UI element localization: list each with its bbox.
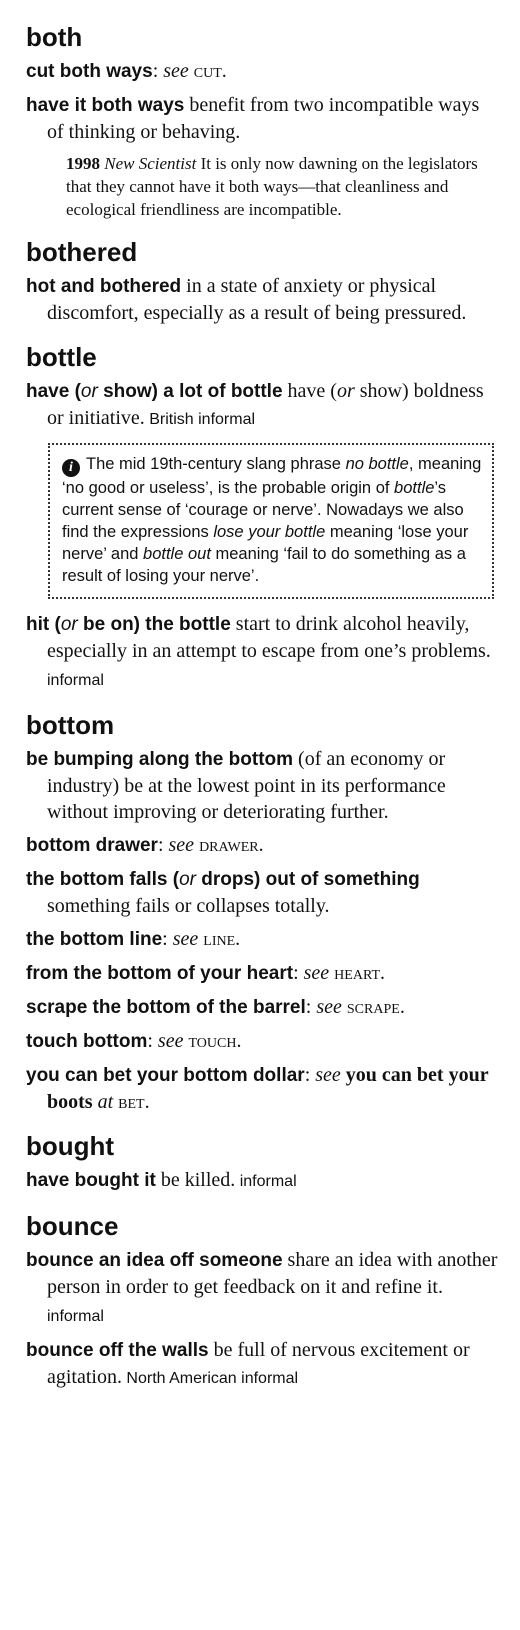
citation-source: New Scientist <box>104 154 197 173</box>
register-label: informal <box>47 1308 104 1325</box>
cross-reference-link[interactable]: heart <box>334 962 380 984</box>
definition: be killed. <box>155 1169 236 1191</box>
headword: both <box>26 22 83 52</box>
section-bottom: bottom be bumping along the bottom (of a… <box>26 710 498 1115</box>
entry: be bumping along the bottom (of an econo… <box>26 746 498 825</box>
phrase: bounce off the walls <box>26 1340 209 1361</box>
headword: bounce <box>26 1211 119 1241</box>
phrase: cut both ways <box>26 61 153 82</box>
cross-reference-link[interactable]: drawer <box>199 834 259 856</box>
entry: have (or show) a lot of bottle have (or … <box>26 378 498 433</box>
phrase: scrape the bottom of the barrel <box>26 997 306 1018</box>
register-label: informal <box>47 672 104 689</box>
cross-reference-link[interactable]: bet <box>118 1091 144 1113</box>
cross-reference-link[interactable]: scrape <box>347 996 400 1018</box>
entry: have it both ways benefit from two incom… <box>26 92 498 145</box>
entry: the bottom falls (or drops) out of somet… <box>26 866 498 919</box>
phrase: hit ( <box>26 614 61 635</box>
headword: bought <box>26 1131 115 1161</box>
phrase: you can bet your bottom dollar <box>26 1065 305 1086</box>
see-label: see <box>172 928 199 950</box>
definition-or: or <box>336 380 355 402</box>
separator: : <box>304 1064 316 1086</box>
headword: bottle <box>26 342 97 372</box>
section-bounce: bounce bounce an idea off someone share … <box>26 1211 498 1392</box>
entry: you can bet your bottom dollar: see you … <box>26 1064 489 1113</box>
see-label: see <box>315 1064 341 1086</box>
citation-year: 1998 <box>66 154 100 173</box>
phrase: the bottom falls ( <box>26 869 180 890</box>
entry: bounce an idea off someone share an idea… <box>26 1247 498 1330</box>
usage-note: i The mid 19th-century slang phrase no bo… <box>48 443 494 599</box>
cross-reference-link[interactable]: cut <box>194 60 222 82</box>
note-italic: bottle out <box>143 545 211 563</box>
citation: 1998 New Scientist It is only now dawnin… <box>66 152 498 221</box>
phrase-or: or <box>179 869 196 890</box>
entry: bounce off the walls be full of nervous … <box>26 1337 498 1392</box>
section-both: both cut both ways: see cut. have it bot… <box>26 22 498 221</box>
phrase: have ( <box>26 381 81 402</box>
phrase: hot and bothered <box>26 276 182 297</box>
definition: have ( <box>282 380 337 402</box>
entry: the bottom line: see line. <box>26 928 241 950</box>
phrase-or: or <box>80 381 98 402</box>
see-label: see <box>163 60 189 82</box>
info-icon: i <box>62 459 80 477</box>
phrase: be on) the bottle <box>77 614 231 635</box>
phrase: from the bottom of your heart <box>26 963 294 984</box>
phrase: bounce an idea off someone <box>26 1250 283 1271</box>
see-label: see <box>157 1030 184 1052</box>
phrase: have it both ways <box>26 95 185 116</box>
headword: bottom <box>26 710 115 740</box>
note-text: The mid 19th-century slang phrase <box>86 455 346 473</box>
phrase: the bottom line <box>26 929 163 950</box>
separator: : <box>293 962 304 984</box>
see-label: see <box>168 834 195 856</box>
entry: cut both ways: see cut. <box>26 60 227 82</box>
see-label: see <box>303 962 330 984</box>
phrase: drops) out of something <box>195 869 420 890</box>
register-label: informal <box>235 1173 297 1190</box>
separator: : <box>157 834 169 856</box>
at-label: at <box>92 1091 114 1113</box>
phrase-or: or <box>60 614 78 635</box>
note-italic: lose your bottle <box>213 523 326 541</box>
separator: : <box>162 928 173 950</box>
note-italic: bottle <box>394 479 435 497</box>
separator: : <box>147 1030 158 1052</box>
phrase: be bumping along the bottom <box>26 749 294 770</box>
entry: have bought it be killed. informal <box>26 1167 498 1195</box>
entry: hit (or be on) the bottle start to drink… <box>26 611 498 694</box>
section-bothered: bothered hot and bothered in a state of … <box>26 237 498 326</box>
phrase: have bought it <box>26 1170 156 1191</box>
definition: something fails or collapses totally. <box>47 895 330 917</box>
section-bought: bought have bought it be killed. informa… <box>26 1131 498 1195</box>
entry: scrape the bottom of the barrel: see scr… <box>26 996 405 1018</box>
cross-reference-link[interactable]: touch <box>188 1030 236 1052</box>
headword: bothered <box>26 237 138 267</box>
phrase: show) a lot of bottle <box>97 381 283 402</box>
separator: : <box>152 60 164 82</box>
dictionary-page: both cut both ways: see cut. have it bot… <box>0 0 520 1392</box>
register-label: North American informal <box>121 1370 299 1387</box>
register-label: British informal <box>144 411 256 428</box>
section-bottle: bottle have (or show) a lot of bottle ha… <box>26 342 498 694</box>
separator: : <box>305 996 317 1018</box>
entry: bottom drawer: see drawer. <box>26 834 264 856</box>
phrase: bottom drawer <box>26 835 158 856</box>
entry: hot and bothered in a state of anxiety o… <box>26 273 498 326</box>
cross-reference-link[interactable]: line <box>203 928 235 950</box>
phrase: touch bottom <box>26 1031 148 1052</box>
note-italic: no bottle <box>345 455 409 473</box>
entry: touch bottom: see touch. <box>26 1030 242 1052</box>
see-label: see <box>316 996 342 1018</box>
entry: from the bottom of your heart: see heart… <box>26 962 385 984</box>
